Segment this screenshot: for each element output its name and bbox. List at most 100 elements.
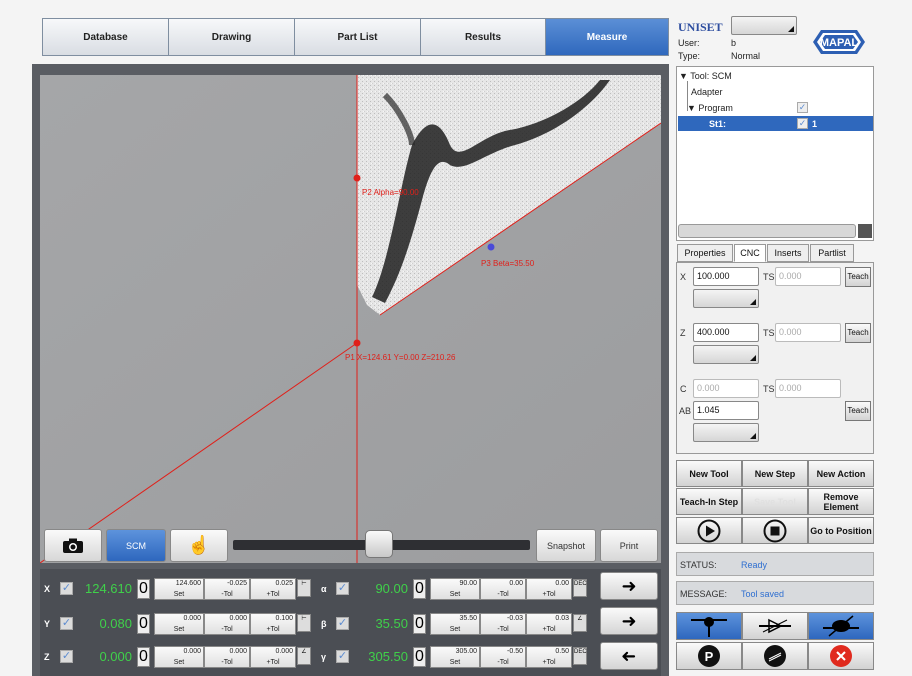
p-button[interactable]: P [676,642,742,670]
print-button[interactable]: Print [600,529,658,562]
remove-element-button[interactable]: Remove Element [808,488,874,515]
arrow-left-icon: ➜ [621,646,637,666]
teach-in-step-button[interactable]: Teach-In Step [676,488,742,515]
play-button[interactable] [676,517,742,544]
z-ts-input[interactable]: 0.000 [775,323,841,342]
angle-set-box[interactable]: 305.00 Set [430,646,480,668]
angle-zero-button[interactable]: 0 [413,579,426,599]
z-teach-button[interactable]: Teach [845,323,871,343]
camera-button[interactable] [44,529,102,562]
z-input[interactable]: 400.000 [693,323,759,342]
ab-teach-button[interactable]: Teach [845,401,871,421]
tol-mode-icon[interactable]: ⊢ [297,614,311,632]
angle-set-box[interactable]: 90.00 Set [430,578,480,600]
angle-value: 35.50 [375,616,408,631]
set-box[interactable]: 0.000 Set [154,613,204,635]
scm-button[interactable]: SCM [106,529,166,562]
dec-icon[interactable]: ∠ [573,614,587,632]
tab-results[interactable]: Results [420,18,546,56]
tab-database[interactable]: Database [42,18,169,56]
st1-checkbox[interactable]: ✓ [797,118,808,129]
probe-button[interactable] [676,612,742,640]
tab-drawing[interactable]: Drawing [168,18,295,56]
reset-button[interactable] [742,642,808,670]
angle-checkbox[interactable]: ✓ [336,582,349,595]
axis-checkbox[interactable]: ✓ [60,650,73,663]
back-arrow-button[interactable]: ➜ [600,642,658,670]
c-ts-input[interactable]: 0.000 [775,379,841,398]
zoom-slider-handle[interactable] [364,530,393,558]
program-checkbox[interactable]: ✓ [797,102,808,113]
angle-zero-button[interactable]: 0 [413,647,426,667]
new-step-button[interactable]: New Step [742,460,808,487]
camera-view[interactable]: P2 Alpha=90.00 P3 Beta=35.50 P1 X=124.61… [40,75,661,563]
user-select[interactable] [731,16,797,35]
tol-mode-icon[interactable]: ∠ [297,647,311,665]
stop-button[interactable] [742,517,808,544]
axis-checkbox[interactable]: ✓ [60,617,73,630]
point-p2[interactable] [353,174,361,182]
tree-scrollbar[interactable] [678,224,856,238]
tol-mode-icon[interactable]: ⊢ [297,579,311,597]
go-to-position-button[interactable]: Go to Position [808,517,874,544]
angle-neg-tol-box[interactable]: -0.03 -Tol [480,613,526,635]
spindle-button[interactable] [808,612,874,640]
hand-tool-button[interactable]: ☝ [170,529,228,562]
tab-measure[interactable]: Measure [545,18,669,56]
x-ts-input[interactable]: 0.000 [775,267,841,286]
pos-tol-box[interactable]: 0.000 +Tol [250,646,296,668]
next-arrow-button[interactable]: ➜ [600,572,658,600]
tab-properties[interactable]: Properties [677,244,733,262]
angle-checkbox[interactable]: ✓ [336,650,349,663]
angle-neg-tol-box[interactable]: 0.00 -Tol [480,578,526,600]
angle-checkbox[interactable]: ✓ [336,617,349,630]
neg-tol-box[interactable]: 0.000 -Tol [204,646,250,668]
tool-tree[interactable]: ▼ Tool: SCM Adapter ▼ Program ✓ St1: ✓ 1 [676,66,874,241]
pos-tol-box[interactable]: 0.025 +Tol [250,578,296,600]
tab-inserts[interactable]: Inserts [767,244,809,262]
pos-tol-box[interactable]: 0.100 +Tol [250,613,296,635]
tab-partlist[interactable]: Partlist [810,244,854,262]
zero-button[interactable]: 0 [137,614,150,634]
x-input[interactable]: 100.000 [693,267,759,286]
tree-item-adapter[interactable]: Adapter [691,87,723,97]
new-action-button[interactable]: New Action [808,460,874,487]
ab-mode-select[interactable] [693,423,759,442]
cancel-x-button[interactable] [808,642,874,670]
x-teach-button[interactable]: Teach [845,267,871,287]
tab-cnc[interactable]: CNC [734,244,766,262]
angle-pos-tol-box[interactable]: 0.50 +Tol [526,646,572,668]
expand-icon: ▼ [679,71,691,81]
edge-button[interactable] [742,612,808,640]
point-p1[interactable] [353,339,361,347]
dec-icon[interactable]: DEC [573,579,587,597]
angle-label: γ [321,652,327,662]
zero-button[interactable]: 0 [137,579,150,599]
tree-item-program[interactable]: ▼ Program [687,103,733,113]
neg-tol-box[interactable]: -0.025 -Tol [204,578,250,600]
z-mode-select[interactable] [693,345,759,364]
save-tool-button[interactable]: Save Tool [742,488,808,515]
set-box[interactable]: 0.000 Set [154,646,204,668]
angle-pos-tol-box[interactable]: 0.00 +Tol [526,578,572,600]
new-tool-button[interactable]: New Tool [676,460,742,487]
set-box[interactable]: 124.600 Set [154,578,204,600]
c-input[interactable]: 0.000 [693,379,759,398]
angle-set-box[interactable]: 35.50 Set [430,613,480,635]
dec-icon[interactable]: DEC [573,647,587,665]
ab-input[interactable]: 1.045 [693,401,759,420]
angle-zero-button[interactable]: 0 [413,614,426,634]
hand-pointer-icon: ☝ [187,535,211,555]
forward-arrow-button[interactable]: ➜ [600,607,658,635]
x-mode-select[interactable] [693,289,759,308]
angle-neg-tol-box[interactable]: -0.50 -Tol [480,646,526,668]
point-p3[interactable] [487,243,495,251]
tree-item-tool[interactable]: ▼ Tool: SCM [679,71,732,81]
zero-button[interactable]: 0 [137,647,150,667]
snapshot-button[interactable]: Snapshot [536,529,596,562]
angle-pos-tol-box[interactable]: 0.03 +Tol [526,613,572,635]
tree-item-st1[interactable] [678,116,873,131]
neg-tol-box[interactable]: 0.000 -Tol [204,613,250,635]
axis-checkbox[interactable]: ✓ [60,582,73,595]
tab-part-list[interactable]: Part List [294,18,421,56]
